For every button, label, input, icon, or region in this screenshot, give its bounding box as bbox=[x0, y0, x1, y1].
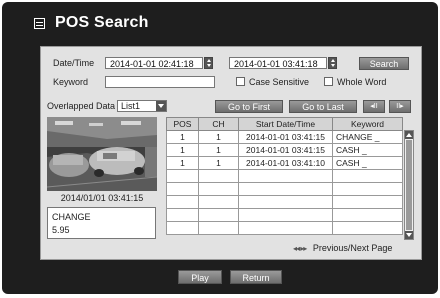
cell-ch: 1 bbox=[198, 130, 239, 144]
overlapped-data-select[interactable]: List1 bbox=[117, 100, 167, 112]
cell-datetime bbox=[238, 221, 333, 235]
table-row[interactable] bbox=[166, 169, 403, 183]
keyword-label: Keyword bbox=[53, 77, 89, 87]
table-row[interactable]: 1 1 2014-01-01 03:41:10 CASH _ bbox=[166, 156, 403, 170]
pager[interactable]: ◂◂ ▸▸ Previous/Next Page bbox=[293, 243, 392, 253]
cell-keyword bbox=[332, 182, 403, 196]
datetime-label: Date/Time bbox=[53, 58, 95, 68]
table-row[interactable] bbox=[166, 182, 403, 196]
pos-info-box: CHANGE 5.95 bbox=[47, 207, 156, 239]
preview-timestamp: 2014/01/01 03:41:15 bbox=[60, 193, 144, 203]
cell-datetime: 2014-01-01 03:41:10 bbox=[238, 156, 333, 170]
end-datetime-field[interactable]: 2014-01-01 03:41:18 bbox=[229, 57, 327, 69]
cell-datetime: 2014-01-01 03:41:15 bbox=[238, 143, 333, 157]
pos-info-line-2: 5.95 bbox=[52, 225, 70, 235]
cell-datetime bbox=[238, 208, 333, 222]
whole-word-label: Whole Word bbox=[337, 77, 387, 87]
cell-keyword bbox=[332, 169, 403, 183]
pos-search-window: POS Search Date/Time 2014-01-01 02:41:18… bbox=[2, 2, 438, 294]
cell-ch: 1 bbox=[198, 143, 239, 157]
cell-datetime bbox=[238, 195, 333, 209]
column-header-ch[interactable]: CH bbox=[198, 117, 239, 131]
start-datetime-field[interactable]: 2014-01-01 02:41:18 bbox=[105, 57, 203, 69]
play-button[interactable]: Play bbox=[178, 270, 222, 284]
case-sensitive-label: Case Sensitive bbox=[249, 77, 310, 87]
cell-ch: 1 bbox=[198, 156, 239, 170]
cell-keyword bbox=[332, 195, 403, 209]
video-preview[interactable] bbox=[47, 117, 157, 191]
go-to-last-button[interactable]: Go to Last bbox=[289, 100, 357, 113]
search-button[interactable]: Search bbox=[359, 57, 409, 70]
cell-ch bbox=[198, 221, 239, 235]
column-header-pos[interactable]: POS bbox=[166, 117, 199, 131]
next-frame-button[interactable]: II▸ bbox=[389, 100, 411, 113]
search-panel: Date/Time 2014-01-01 02:41:18 2014-01-01… bbox=[40, 46, 422, 260]
column-header-start-datetime[interactable]: Start Date/Time bbox=[238, 117, 333, 131]
table-row[interactable] bbox=[166, 208, 403, 222]
cell-pos: 1 bbox=[166, 143, 199, 157]
cell-pos bbox=[166, 169, 199, 183]
table-row[interactable] bbox=[166, 221, 403, 235]
cell-keyword bbox=[332, 221, 403, 235]
cell-ch bbox=[198, 182, 239, 196]
parking-camera-image bbox=[47, 117, 157, 191]
cell-ch bbox=[198, 208, 239, 222]
cell-keyword: CHANGE _ bbox=[332, 130, 403, 144]
cell-pos bbox=[166, 208, 199, 222]
scroll-up-icon[interactable] bbox=[405, 131, 413, 139]
prev-frame-button[interactable]: ◂II bbox=[363, 100, 385, 113]
title-bar: POS Search bbox=[8, 8, 308, 38]
pager-label: Previous/Next Page bbox=[312, 243, 393, 253]
cell-datetime bbox=[238, 182, 333, 196]
keyword-input[interactable] bbox=[105, 76, 215, 88]
whole-word-checkbox[interactable] bbox=[324, 77, 333, 86]
cell-ch bbox=[198, 169, 239, 183]
chevron-down-icon bbox=[156, 101, 166, 111]
cell-ch bbox=[198, 195, 239, 209]
cell-pos bbox=[166, 195, 199, 209]
cell-keyword bbox=[332, 208, 403, 222]
table-row[interactable] bbox=[166, 195, 403, 209]
cell-pos bbox=[166, 182, 199, 196]
end-datetime-spinner[interactable] bbox=[328, 57, 337, 69]
start-datetime-spinner[interactable] bbox=[204, 57, 213, 69]
return-button[interactable]: Return bbox=[230, 270, 282, 284]
cell-datetime: 2014-01-01 03:41:15 bbox=[238, 130, 333, 144]
prev-next-page-icon[interactable]: ◂◂ ▸▸ bbox=[293, 244, 307, 253]
scroll-thumb[interactable] bbox=[406, 140, 412, 230]
cell-pos bbox=[166, 221, 199, 235]
column-header-keyword[interactable]: Keyword bbox=[332, 117, 403, 131]
pos-info-line-1: CHANGE bbox=[52, 212, 91, 222]
table-scrollbar[interactable] bbox=[404, 130, 414, 240]
table-row[interactable]: 1 1 2014-01-01 03:41:15 CASH _ bbox=[166, 143, 403, 157]
scroll-down-icon[interactable] bbox=[405, 231, 413, 239]
cell-pos: 1 bbox=[166, 156, 199, 170]
go-to-first-button[interactable]: Go to First bbox=[215, 100, 283, 113]
list-icon bbox=[34, 17, 45, 29]
cell-pos: 1 bbox=[166, 130, 199, 144]
cell-keyword: CASH _ bbox=[332, 156, 403, 170]
table-row[interactable]: 1 1 2014-01-01 03:41:15 CHANGE _ bbox=[166, 130, 403, 144]
case-sensitive-checkbox[interactable] bbox=[236, 77, 245, 86]
window-title: POS Search bbox=[55, 14, 149, 31]
cell-datetime bbox=[238, 169, 333, 183]
overlapped-data-label: Overlapped Data bbox=[47, 101, 116, 111]
overlapped-data-value: List1 bbox=[121, 101, 141, 111]
cell-keyword: CASH _ bbox=[332, 143, 403, 157]
pos-results-table: POS CH Start Date/Time Keyword 1 1 2014-… bbox=[166, 117, 403, 235]
